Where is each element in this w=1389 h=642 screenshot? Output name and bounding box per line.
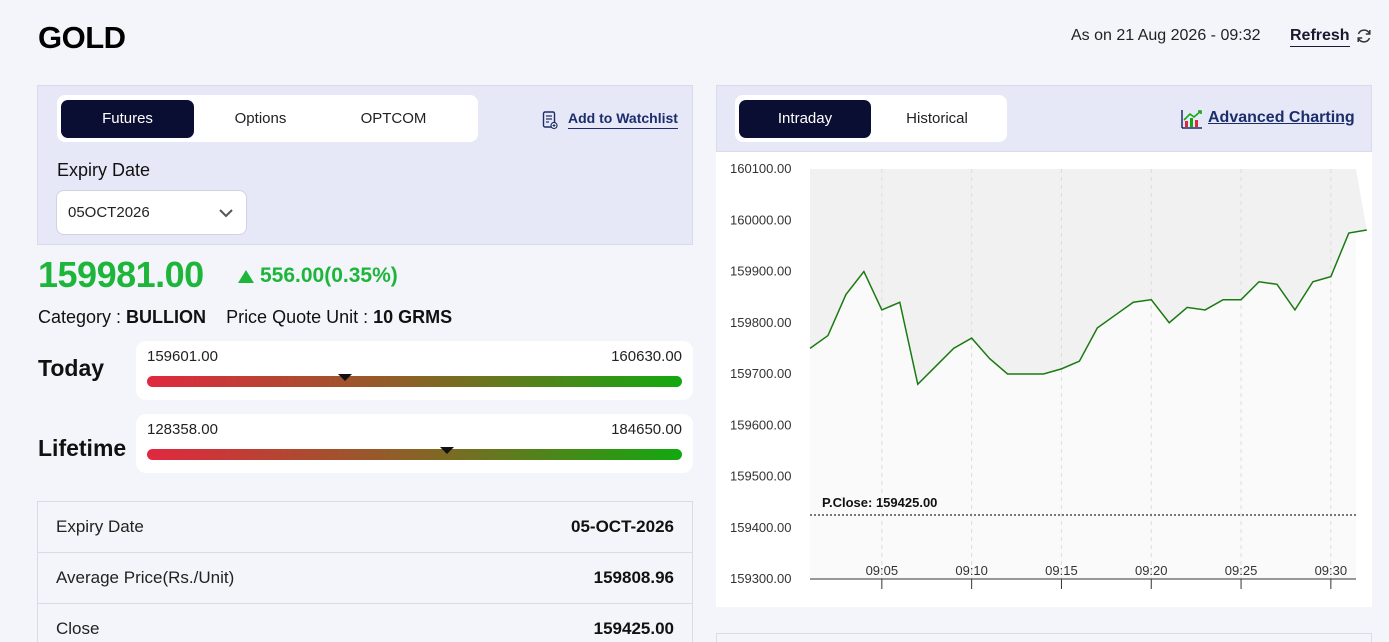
- row-value: 05-OCT-2026: [571, 517, 674, 536]
- refresh-link[interactable]: Refresh: [1290, 27, 1350, 47]
- lifetime-range-bar: [147, 449, 682, 460]
- y-tick-label: 159400.00: [730, 520, 791, 535]
- y-tick-label: 159500.00: [730, 469, 791, 484]
- tab-futures[interactable]: Futures: [61, 99, 194, 138]
- advanced-charting-link[interactable]: Advanced Charting: [1208, 109, 1355, 127]
- previous-close-label: P.Close: 159425.00: [822, 495, 937, 510]
- tab-intraday[interactable]: Intraday: [739, 99, 871, 138]
- instrument-type-tabs: Futures Options OPTCOM: [57, 95, 478, 142]
- advanced-chart-icon[interactable]: [1180, 108, 1204, 130]
- y-tick-label: 160100.00: [730, 161, 791, 176]
- expiry-date-value: 05OCT2026: [68, 204, 150, 221]
- lifetime-low: 128358.00: [147, 421, 218, 438]
- category-value: BULLION: [126, 307, 207, 327]
- lifetime-range-label: Lifetime: [38, 435, 127, 461]
- x-tick-label: 09:30: [1315, 563, 1348, 578]
- up-arrow-icon: [238, 269, 254, 283]
- contract-meta: Category : BULLION Price Quote Unit : 10…: [38, 307, 452, 328]
- price-quote-unit-key: Price Quote Unit :: [226, 307, 374, 327]
- row-key: Average Price(Rs./Unit): [56, 568, 235, 587]
- table-row: Close 159425.00: [38, 604, 692, 642]
- contract-info-table: Expiry Date 05-OCT-2026 Average Price(Rs…: [37, 501, 693, 642]
- page-title: GOLD: [38, 20, 126, 55]
- chart-range-tabs: Intraday Historical: [735, 95, 1007, 142]
- y-tick-label: 159600.00: [730, 417, 791, 432]
- row-value: 159808.96: [593, 568, 674, 587]
- today-high: 160630.00: [611, 348, 682, 365]
- today-range-label: Today: [38, 355, 105, 381]
- y-tick-label: 159900.00: [730, 264, 791, 279]
- lifetime-range-card: 128358.00 184650.00: [136, 414, 693, 473]
- intraday-chart-svg: 160100.00 160000.00 159900.00 159800.00 1597…: [730, 161, 1367, 589]
- chevron-down-icon: [219, 208, 233, 217]
- tab-options[interactable]: Options: [194, 100, 327, 138]
- x-tick-label: 09:05: [866, 563, 899, 578]
- price-quote-unit-value: 10 GRMS: [373, 307, 453, 327]
- y-tick-label: 159300.00: [730, 571, 791, 586]
- today-range-marker: [337, 374, 352, 381]
- today-range-bar: [147, 376, 682, 387]
- x-tick-label: 09:20: [1135, 563, 1168, 578]
- price-change: 556.00(0.35%): [238, 264, 398, 288]
- expiry-date-label: Expiry Date: [57, 160, 151, 180]
- intraday-chart: 160100.00 160000.00 159900.00 159800.00 1597…: [716, 152, 1372, 607]
- watchlist-icon[interactable]: [542, 110, 558, 130]
- add-to-watchlist-link[interactable]: Add to Watchlist: [568, 110, 678, 129]
- y-tick-label: 159700.00: [730, 366, 791, 381]
- y-tick-label: 160000.00: [730, 212, 791, 227]
- today-range-card: 159601.00 160630.00: [136, 341, 693, 400]
- price-change-value: 556.00(0.35%): [260, 264, 398, 287]
- tab-historical[interactable]: Historical: [871, 100, 1003, 138]
- table-row: Average Price(Rs./Unit) 159808.96: [38, 553, 692, 604]
- row-value: 159425.00: [593, 619, 674, 638]
- x-tick-label: 09:15: [1045, 563, 1078, 578]
- row-key: Expiry Date: [56, 517, 144, 536]
- row-key: Close: [56, 619, 100, 638]
- category-key: Category :: [38, 307, 127, 327]
- table-row: Expiry Date 05-OCT-2026: [38, 502, 692, 553]
- lifetime-range-marker: [439, 447, 454, 454]
- lifetime-high: 184650.00: [611, 421, 682, 438]
- today-low: 159601.00: [147, 348, 218, 365]
- x-tick-label: 09:10: [955, 563, 988, 578]
- expiry-date-select[interactable]: 05OCT2026: [56, 190, 247, 235]
- tab-optcom[interactable]: OPTCOM: [327, 100, 460, 138]
- y-tick-label: 159800.00: [730, 315, 791, 330]
- last-price: 159981.00: [38, 254, 204, 295]
- refresh-icon[interactable]: [1355, 27, 1373, 45]
- x-tick-label: 09:25: [1225, 563, 1258, 578]
- next-panel-edge: [716, 633, 1372, 642]
- as-on-timestamp: As on 21 Aug 2026 - 09:32: [1071, 27, 1261, 44]
